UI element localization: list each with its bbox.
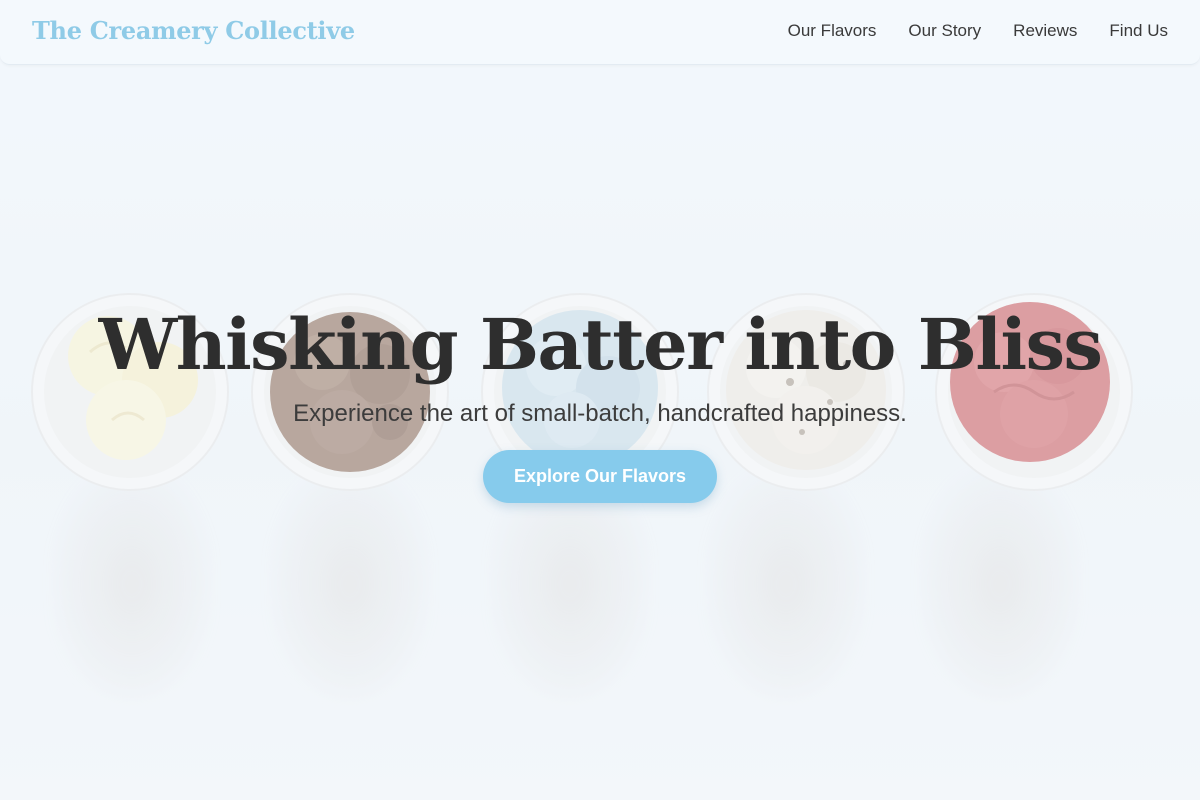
nav-link-find-us[interactable]: Find Us xyxy=(1109,21,1168,41)
nav-link-reviews[interactable]: Reviews xyxy=(1013,21,1077,41)
hero-section: Whisking Batter into Bliss Experience th… xyxy=(0,300,1200,503)
navbar: The Creamery Collective Our Flavors Our … xyxy=(0,0,1200,65)
hero-title: Whisking Batter into Bliss xyxy=(98,303,1103,386)
main-nav: Our Flavors Our Story Reviews Find Us xyxy=(788,21,1168,41)
site-logo[interactable]: The Creamery Collective xyxy=(32,16,355,45)
nav-link-our-flavors[interactable]: Our Flavors xyxy=(788,21,877,41)
explore-flavors-button[interactable]: Explore Our Flavors xyxy=(483,450,717,503)
nav-link-our-story[interactable]: Our Story xyxy=(908,21,981,41)
page: The Creamery Collective Our Flavors Our … xyxy=(0,0,1200,800)
hero-subtitle: Experience the art of small-batch, handc… xyxy=(293,400,907,427)
